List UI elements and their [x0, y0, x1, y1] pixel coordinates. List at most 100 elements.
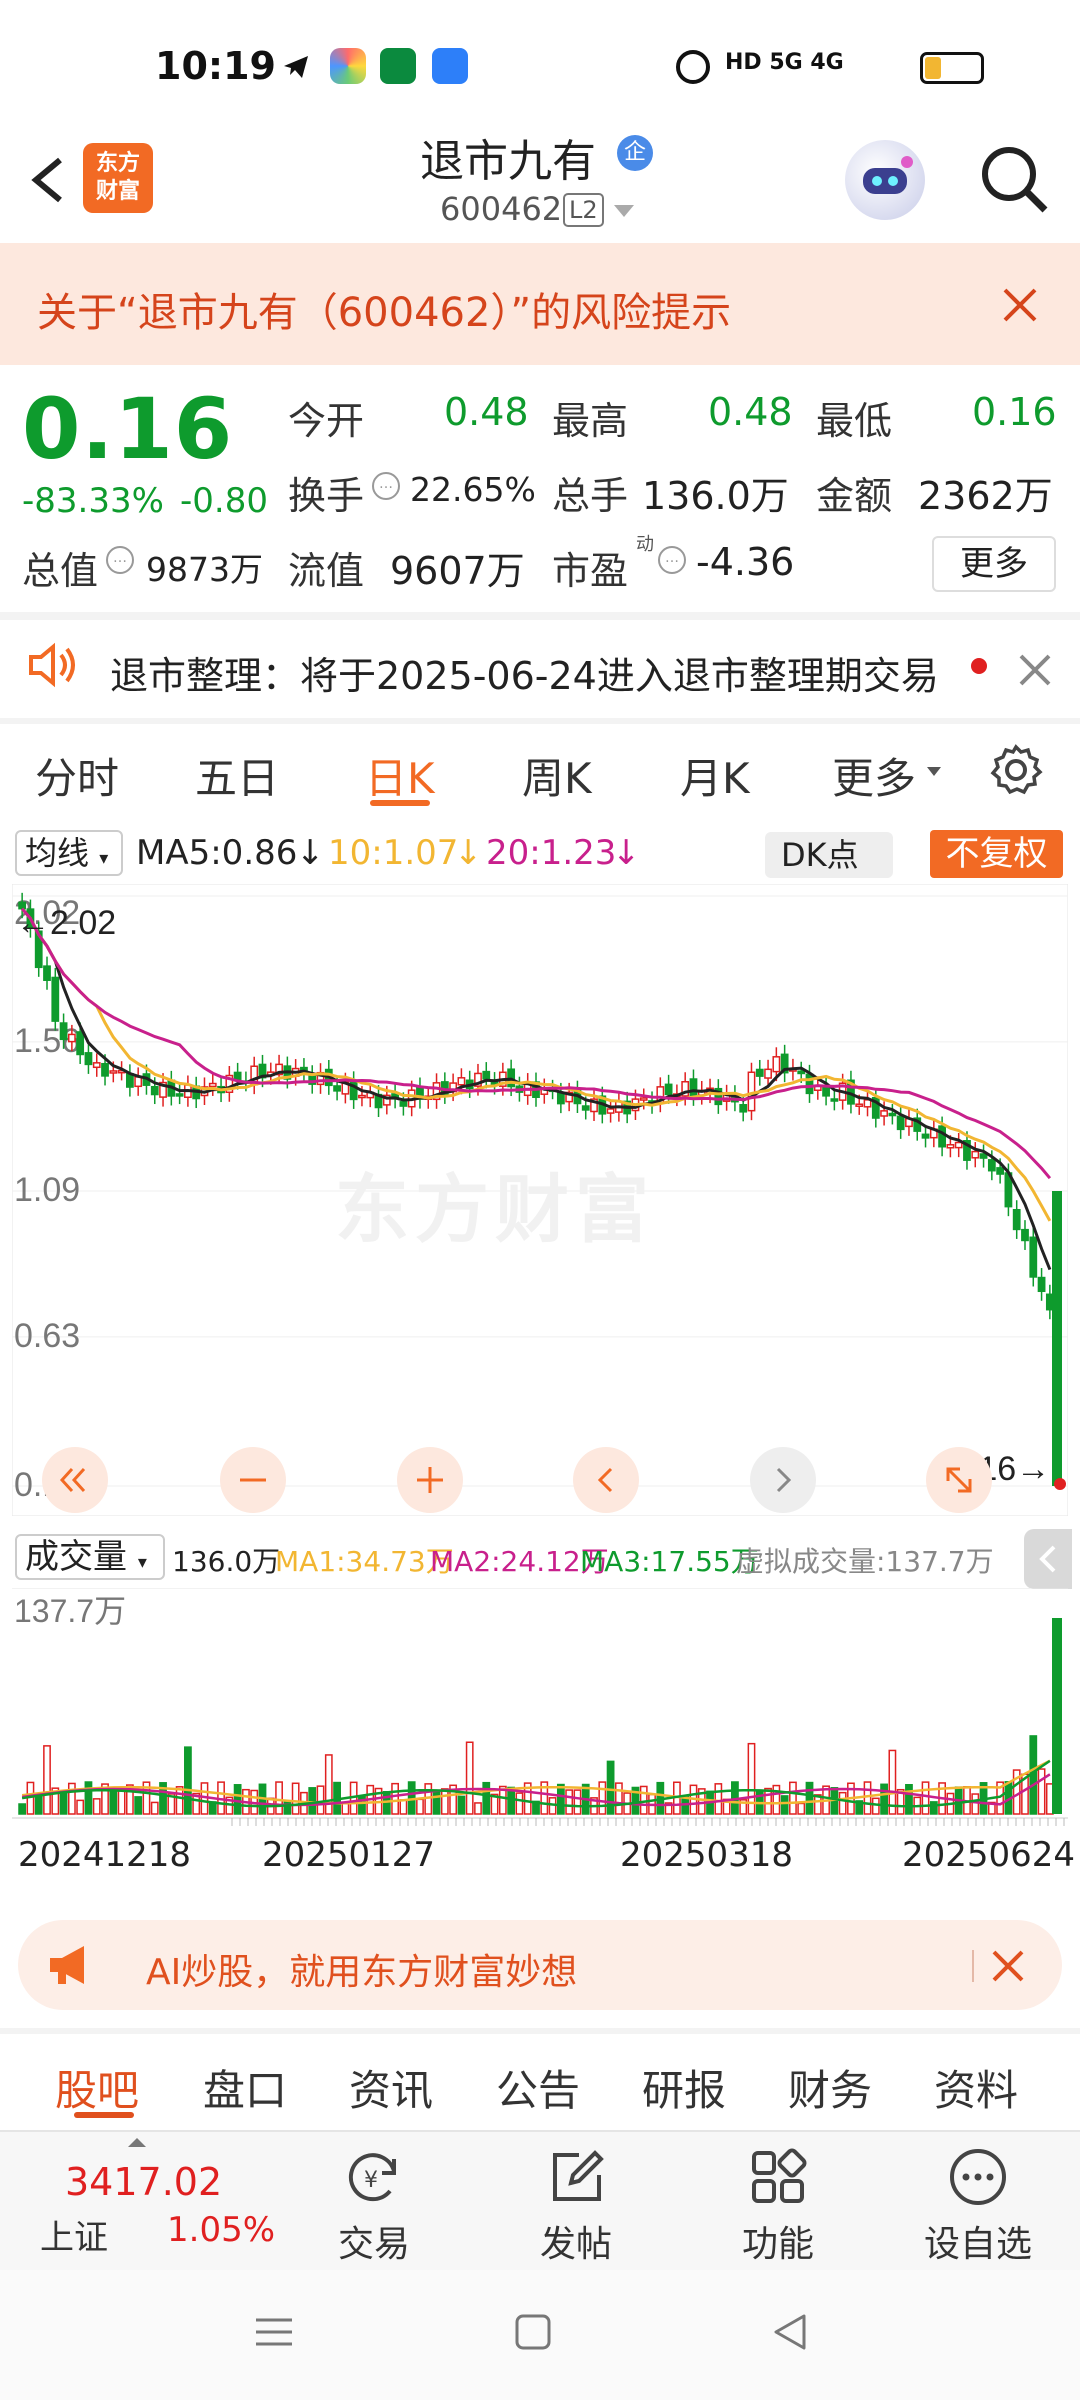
home-icon[interactable] — [511, 2310, 555, 2358]
more-dots-icon[interactable] — [946, 2145, 1010, 2209]
volume-bar — [283, 1800, 292, 1815]
trade-label[interactable]: 交易 — [338, 2215, 410, 2267]
expand-icon — [946, 1467, 972, 1493]
candle-body — [747, 1071, 756, 1112]
indicator-select[interactable]: 均线 ▾ — [15, 830, 123, 876]
market-cap-label: 总值 — [22, 549, 99, 593]
tab-profile[interactable]: 资料 — [934, 2057, 1018, 2118]
volume-bar — [432, 1790, 441, 1815]
volume-bar — [175, 1786, 184, 1815]
chevron-up-icon[interactable] — [128, 2138, 146, 2147]
tab-daily-k[interactable]: 日K — [365, 745, 435, 806]
volume-bar — [457, 1795, 466, 1815]
chevron-down-icon[interactable] — [927, 767, 941, 776]
volume-bar — [880, 1783, 888, 1815]
volume-bar — [324, 1754, 333, 1815]
search-icon[interactable] — [975, 140, 1055, 220]
volume-bar — [1052, 1618, 1062, 1814]
chevron-down-icon[interactable] — [614, 205, 634, 217]
candle-body — [896, 1115, 905, 1131]
stock-code[interactable]: 600462 — [440, 190, 562, 228]
trade-icon[interactable]: ¥ — [342, 2145, 406, 2209]
back-button[interactable] — [22, 140, 72, 220]
volume-bar — [316, 1785, 325, 1815]
scroll-left-button[interactable] — [573, 1447, 639, 1513]
date-label: 20250318 — [620, 1835, 794, 1875]
candle-body — [1021, 1228, 1029, 1242]
volume-bar — [1037, 1768, 1046, 1815]
info-icon[interactable]: … — [658, 546, 686, 574]
risk-warning-text[interactable]: 关于“退市九有（600462）”的风险提示 — [37, 280, 731, 338]
divider — [0, 718, 1080, 724]
grid-icon[interactable] — [746, 2145, 810, 2209]
volume-bar — [905, 1784, 913, 1815]
tab-announcements[interactable]: 公告 — [496, 2057, 580, 2118]
zoom-out-button[interactable] — [220, 1447, 286, 1513]
volume-indicator-select[interactable]: 成交量 ▾ — [15, 1534, 165, 1580]
menu-icon[interactable] — [252, 2310, 296, 2358]
edit-icon[interactable] — [545, 2145, 609, 2209]
notice-text[interactable]: 退市整理：将于2025-06-24进入退市整理期交易 — [110, 645, 939, 700]
close-icon[interactable] — [1015, 650, 1055, 690]
fullscreen-button[interactable] — [926, 1447, 992, 1513]
cloud-app-icon — [432, 48, 468, 84]
speaker-icon — [25, 640, 81, 694]
add-watchlist-label[interactable]: 设自选 — [924, 2215, 1032, 2267]
amount-value: 2362万 — [918, 474, 1053, 518]
volume-bar — [789, 1781, 797, 1815]
candle-body — [92, 1062, 101, 1069]
divider — [0, 2028, 1080, 2034]
collapse-panel-button[interactable] — [1024, 1529, 1072, 1589]
tab-weekly-k[interactable]: 周K — [522, 745, 592, 806]
tab-order-book[interactable]: 盘口 — [203, 2057, 287, 2118]
close-icon[interactable] — [988, 1946, 1028, 1986]
candle-body — [880, 1110, 888, 1117]
info-icon[interactable]: … — [372, 472, 400, 500]
scroll-left-fast-button[interactable] — [42, 1447, 108, 1513]
volume-bar — [565, 1789, 574, 1815]
tab-monthly-k[interactable]: 月K — [680, 745, 750, 806]
candle-body — [855, 1103, 864, 1107]
chevron-left-icon — [597, 1467, 613, 1493]
tab-more[interactable]: 更多 — [832, 745, 916, 806]
zoom-in-button[interactable] — [397, 1447, 463, 1513]
info-icon[interactable]: … — [106, 546, 134, 574]
index-change[interactable]: 1.05% — [167, 2210, 275, 2250]
stock-name[interactable]: 退市九有 — [420, 125, 596, 189]
volume-bar — [863, 1781, 872, 1815]
tab-finance[interactable]: 财务 — [788, 2057, 872, 2118]
index-value[interactable]: 3417.02 — [65, 2160, 222, 2204]
level2-badge[interactable]: L2 — [563, 193, 604, 227]
candle-body — [946, 1144, 955, 1149]
status-time: 10:19 — [155, 44, 276, 88]
plus-icon — [417, 1467, 443, 1493]
high-value: 0.48 — [708, 390, 793, 434]
tab-guba[interactable]: 股吧 — [55, 2057, 139, 2118]
candle-body — [1012, 1208, 1021, 1231]
volume-bar — [34, 1794, 43, 1815]
index-name[interactable]: 上证 — [40, 2210, 108, 2259]
ai-robot-icon[interactable] — [845, 140, 925, 220]
tab-news[interactable]: 资讯 — [349, 2057, 433, 2118]
float-cap-label: 流值 — [288, 549, 365, 593]
tab-research[interactable]: 研报 — [642, 2057, 726, 2118]
candle-body — [482, 1070, 491, 1080]
eastmoney-logo: 东方 财富 — [83, 143, 153, 213]
dk-point-button[interactable]: DK点 — [765, 832, 893, 878]
candle-body — [772, 1056, 781, 1073]
gear-icon[interactable] — [988, 742, 1044, 798]
tab-intraday[interactable]: 分时 — [35, 745, 119, 806]
more-quote-button[interactable]: 更多 — [932, 536, 1056, 592]
close-icon[interactable] — [995, 280, 1045, 330]
tab-five-day[interactable]: 五日 — [195, 745, 279, 806]
candle-body — [938, 1125, 947, 1148]
ai-promo-text[interactable]: AI炒股，就用东方财富妙想 — [146, 1943, 577, 1995]
scroll-right-button[interactable] — [750, 1447, 816, 1513]
back-icon[interactable] — [768, 2310, 812, 2358]
volume-bar — [714, 1783, 723, 1815]
volume-bar — [391, 1782, 399, 1815]
post-label[interactable]: 发帖 — [540, 2215, 612, 2267]
adjust-button[interactable]: 不复权 — [930, 830, 1063, 878]
volume-bar — [308, 1787, 317, 1815]
function-label[interactable]: 功能 — [742, 2215, 814, 2267]
